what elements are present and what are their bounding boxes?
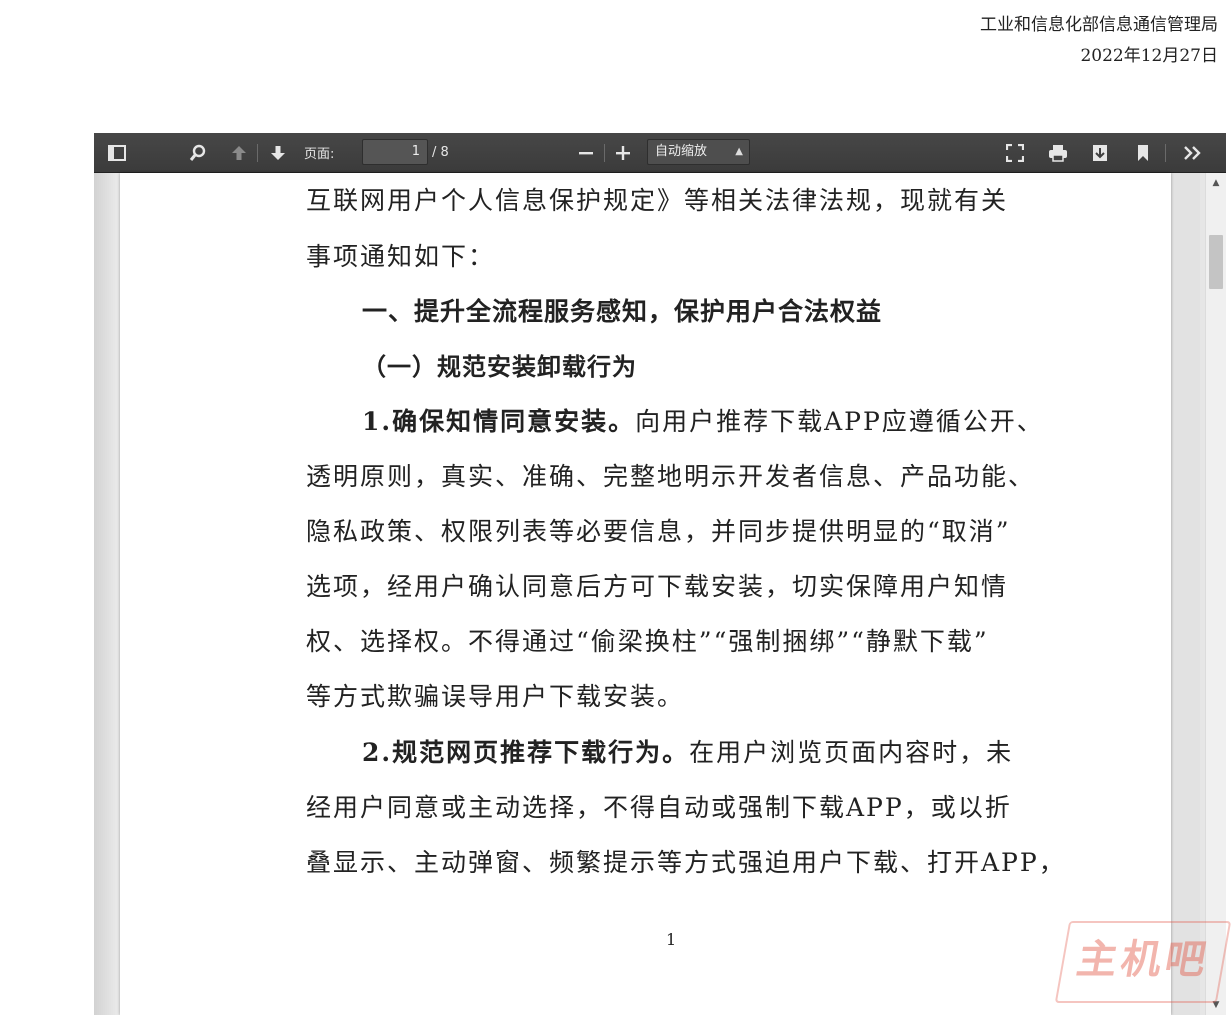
issuing-org: 工业和信息化部信息通信管理局 [980,15,1218,35]
previous-page-icon[interactable] [226,133,252,172]
page-gutter [94,173,120,1015]
document-header: 工业和信息化部信息通信管理局 2022年12月27日 [980,10,1218,72]
tools-menu-icon[interactable] [1180,133,1206,172]
next-page-icon[interactable] [265,133,291,172]
item-title: 2.规范网页推荐下载行为。 [362,738,690,767]
subsection-heading: （一）规范安装卸载行为 [362,353,637,381]
presentation-mode-icon[interactable] [1002,133,1028,172]
print-icon[interactable] [1045,133,1071,172]
toolbar-divider [257,144,258,162]
vertical-scrollbar[interactable]: ▲ ▼ [1205,173,1226,1015]
bookmark-icon[interactable] [1130,133,1156,172]
body-line: 等方式欺骗误导用户下载安装。 [306,682,685,711]
page-number-input[interactable]: 1 [362,139,428,165]
viewer-toolbar: 页面: 1 / 8 自动缩放 ▲ [94,133,1226,173]
body-line: 隐私政策、权限列表等必要信息，并同步提供明显的“取消” [306,517,1011,546]
item-title: 1.确保知情同意安装。 [362,407,636,436]
page-number: 1 [666,930,677,949]
body-line: 权、选择权。不得通过“偷梁换柱”“强制捆绑”“静默下载” [306,627,989,656]
site-watermark-logo: 主机吧 [1054,921,1232,1003]
body-line: 经用户同意或主动选择，不得自动或强制下载APP，或以折 [306,793,1012,822]
search-icon[interactable] [185,133,211,172]
zoom-value: 自动缩放 [655,144,708,159]
pdf-page: 互联网用户个人信息保护规定》等相关法律法规，现就有关 事项通知如下： 一、提升全… [120,173,1171,1015]
total-pages: / 8 [432,145,449,160]
download-icon[interactable] [1087,133,1113,172]
scrollbar-thumb[interactable] [1209,235,1223,289]
page-label: 页面: [304,147,335,162]
toolbar-divider [604,144,605,162]
document-viewport[interactable]: 互联网用户个人信息保护规定》等相关法律法规，现就有关 事项通知如下： 一、提升全… [94,173,1206,1015]
zoom-in-icon[interactable] [610,133,636,172]
body-line: 叠显示、主动弹窗、频繁提示等方式强迫用户下载、打开APP， [306,848,1066,877]
body-line: 选项，经用户确认同意后方可下载安装，切实保障用户知情 [306,572,1009,601]
body-line: 互联网用户个人信息保护规定》等相关法律法规，现就有关 [306,186,1009,215]
sidebar-toggle-icon[interactable] [104,133,130,172]
issue-date: 2022年12月27日 [1080,46,1218,66]
body-line: 1.确保知情同意安装。向用户推荐下载APP应遵循公开、 [362,394,1044,450]
body-line: 2.规范网页推荐下载行为。在用户浏览页面内容时，未 [362,725,1013,781]
chevron-updown-icon: ▲ [735,146,743,157]
zoom-select[interactable]: 自动缩放 ▲ [647,139,750,165]
body-line: 透明原则，真实、准确、完整地明示开发者信息、产品功能、 [306,462,1036,491]
toolbar-divider [1165,144,1166,162]
scroll-up-icon[interactable]: ▲ [1206,173,1226,193]
item-text: 向用户推荐下载APP应遵循公开、 [635,407,1044,436]
pdf-viewer: 页面: 1 / 8 自动缩放 ▲ 互联网用户个人信息保护规定》等相关法律法规，现… [94,133,1226,1015]
item-text: 在用户浏览页面内容时，未 [689,738,1014,767]
zoom-out-icon[interactable] [573,133,599,172]
section-heading: 一、提升全流程服务感知，保护用户合法权益 [362,297,883,326]
body-line: 事项通知如下： [306,242,496,271]
